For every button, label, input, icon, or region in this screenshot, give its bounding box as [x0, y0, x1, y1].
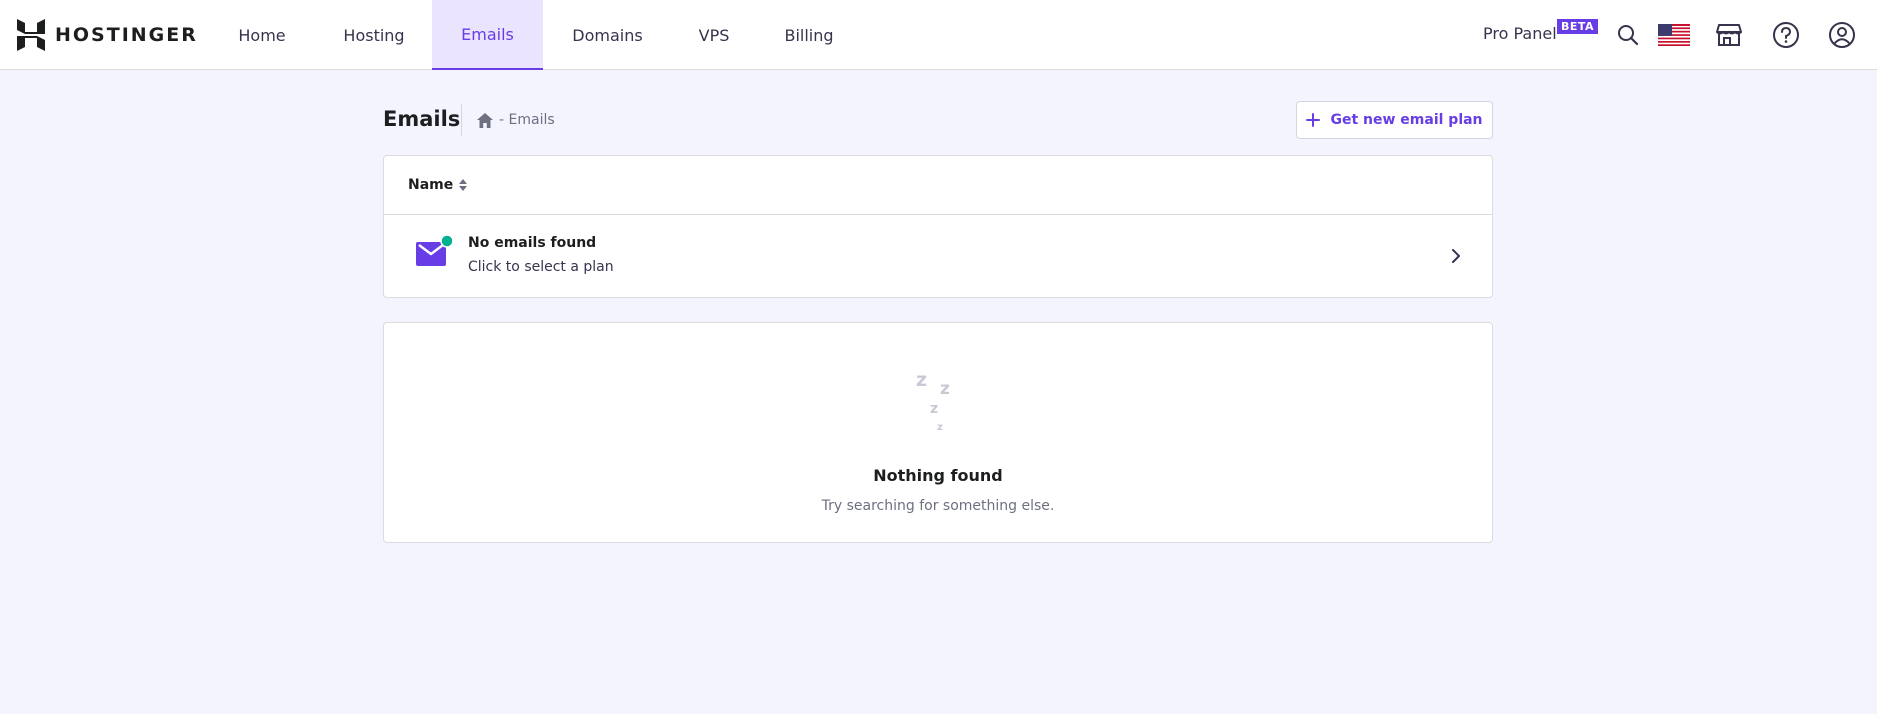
search-icon [1618, 25, 1639, 46]
main-nav: Home Hosting Emails Domains VPS Billing [208, 0, 862, 70]
us-flag-icon [1658, 24, 1690, 46]
breadcrumb: - Emails [477, 110, 555, 130]
account-button[interactable] [1825, 18, 1859, 52]
svg-text:z: z [937, 422, 943, 433]
mail-icon [416, 234, 454, 266]
title-divider [461, 104, 462, 136]
store-icon [1716, 24, 1742, 46]
sleeping-zzz-icon: z z z z [916, 369, 950, 433]
svg-text:z: z [940, 379, 950, 399]
row-subtitle: Click to select a plan [468, 259, 614, 275]
store-button[interactable] [1712, 18, 1746, 52]
emails-table: Name No emails found Click to select a p… [383, 155, 1493, 298]
breadcrumb-current: - Emails [499, 112, 555, 128]
table-header: Name [384, 156, 1492, 215]
svg-text:z: z [930, 401, 938, 417]
nav-billing[interactable]: Billing [756, 0, 862, 70]
get-new-email-plan-button[interactable]: Get new email plan [1296, 101, 1493, 139]
empty-state-title: Nothing found [873, 466, 1003, 485]
name-column-label: Name [408, 177, 454, 193]
pro-panel-link[interactable]: Pro Panel [1483, 24, 1557, 43]
top-navigation-bar: HOSTINGER Home Hosting Emails Domains VP… [0, 0, 1877, 70]
help-icon [1773, 22, 1799, 48]
table-row[interactable]: No emails found Click to select a plan [384, 215, 1492, 298]
empty-state-subtitle: Try searching for something else. [821, 498, 1055, 514]
page-title: Emails [383, 107, 461, 131]
nav-domains[interactable]: Domains [543, 0, 672, 70]
name-column-header[interactable]: Name [408, 177, 468, 193]
account-icon [1829, 22, 1855, 48]
help-button[interactable] [1769, 18, 1803, 52]
plus-icon [1306, 113, 1321, 127]
nav-hosting[interactable]: Hosting [316, 0, 432, 70]
nav-home[interactable]: Home [208, 0, 316, 70]
beta-badge: BETA [1557, 19, 1599, 34]
row-title: No emails found [468, 235, 597, 251]
home-icon[interactable] [477, 112, 493, 128]
sort-icon [459, 179, 468, 191]
nav-emails[interactable]: Emails [432, 0, 543, 70]
empty-state-card: z z z z Nothing found Try searching for … [383, 322, 1493, 543]
language-button[interactable] [1657, 18, 1691, 52]
hostinger-logo[interactable]: HOSTINGER [17, 19, 198, 51]
chevron-right-icon [1452, 249, 1460, 263]
nav-vps[interactable]: VPS [672, 0, 756, 70]
search-button[interactable] [1611, 18, 1645, 52]
hostinger-logo-icon [17, 19, 45, 51]
svg-text:z: z [916, 369, 927, 391]
logo-text: HOSTINGER [55, 24, 198, 46]
get-new-email-plan-label: Get new email plan [1330, 112, 1483, 128]
